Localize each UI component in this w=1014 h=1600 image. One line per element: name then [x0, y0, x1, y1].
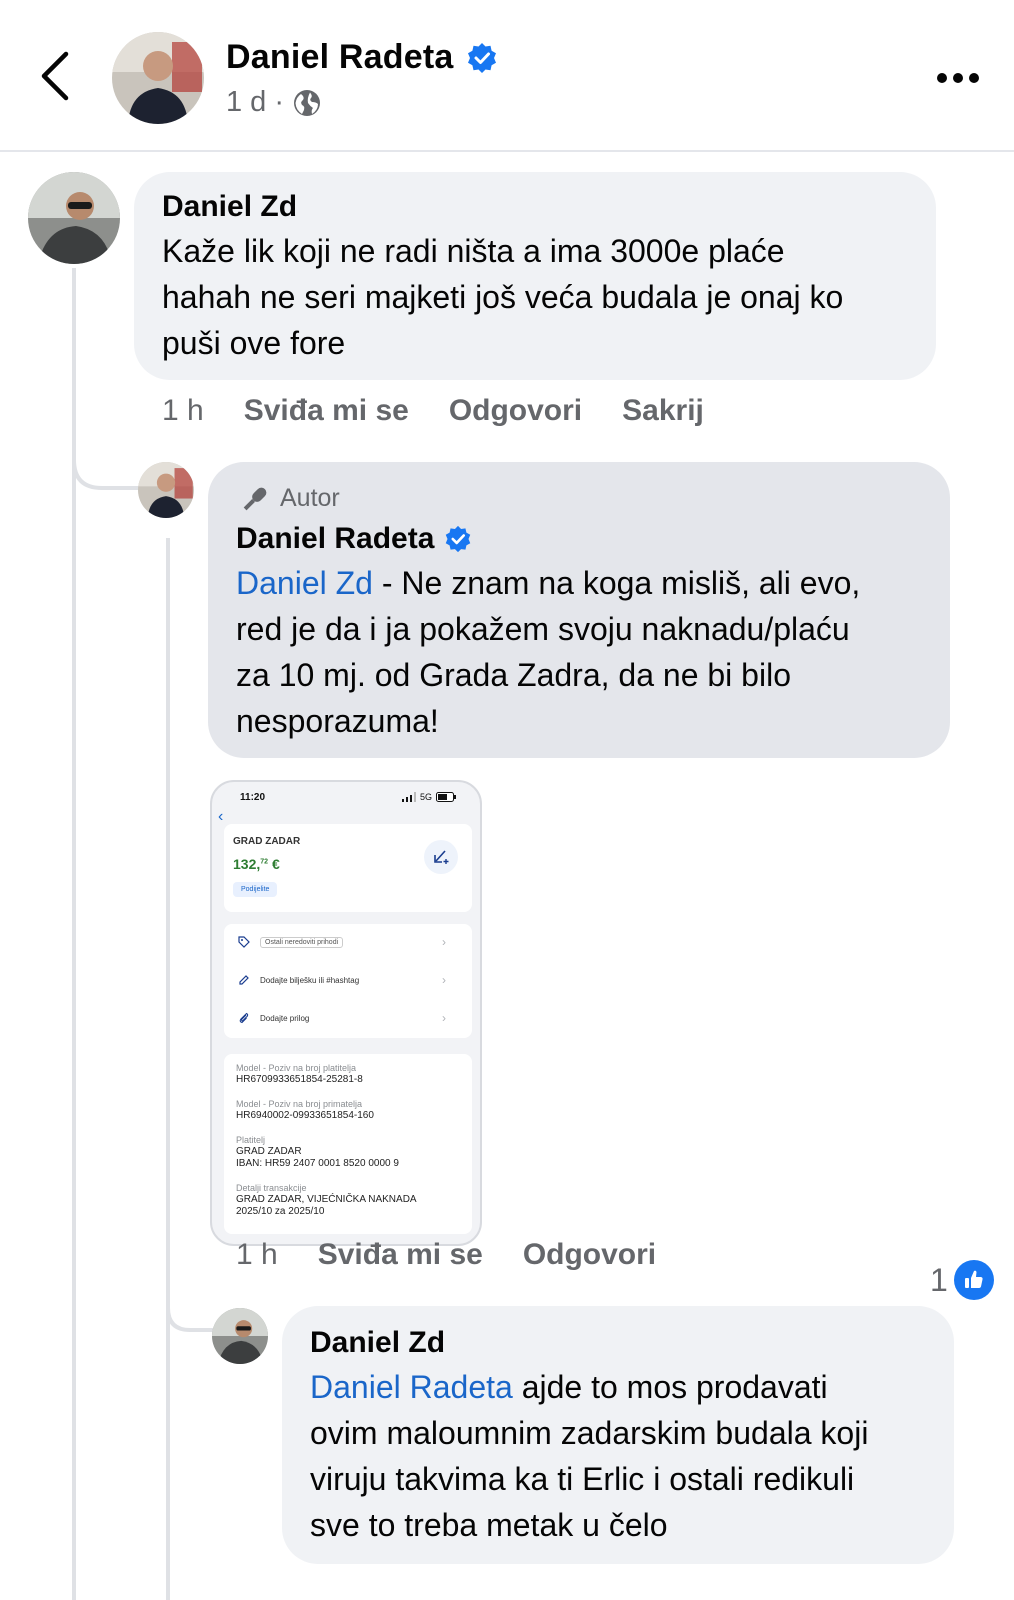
payer-name: GRAD ZADAR [236, 1146, 302, 1157]
payer-title: GRAD ZADAR [233, 836, 301, 847]
reply2-line-rest: ajde to mos prodavati [512, 1369, 828, 1405]
note-row[interactable]: Dodajte bilješku ili #hashtag › [238, 973, 458, 987]
network-label: 5G [420, 792, 433, 802]
amount: 132,72 € [233, 856, 280, 872]
recipient-ref: HR6940002-09933651854-160 [236, 1110, 374, 1121]
thread-connector [72, 440, 142, 490]
globe-icon [294, 89, 320, 116]
payer-ref-label: Model - Poziv na broj platitelja [236, 1063, 357, 1073]
amount-main: 132, [233, 856, 261, 872]
amount-cents: 72 [260, 858, 269, 866]
comment-actions: 1 h Sviđa mi se Odgovori Sakrij [162, 394, 704, 428]
verified-icon [468, 43, 496, 73]
comment-text: Kaže lik koji ne radi ništa a ima 3000e … [162, 228, 843, 366]
author-reply-avatar[interactable] [138, 462, 194, 518]
post-meta: 1 d · [226, 86, 322, 119]
hide-button[interactable]: Sakrij [622, 394, 704, 428]
like-count: 1 [930, 1261, 948, 1298]
author-tag-label: Autor [280, 484, 340, 512]
meta-separator: · [274, 86, 284, 118]
reply-time[interactable]: 1 h [236, 1238, 278, 1272]
reply-line-rest: - Ne znam na koga misliš, ali evo, [372, 565, 861, 601]
comment-author[interactable]: Daniel Zd [162, 190, 297, 224]
payer-label: Platitelj [236, 1135, 266, 1145]
payer-iban: IBAN: HR59 2407 0001 8520 0000 9 [236, 1158, 399, 1169]
reply-line: Daniel Zd - Ne znam na koga misliš, ali … [236, 560, 860, 606]
author-avatar[interactable] [112, 32, 204, 124]
reply-author-name[interactable]: Daniel Radeta [236, 522, 434, 556]
thread-line-nested [166, 538, 170, 1600]
like-button[interactable]: Sviđa mi se [244, 394, 409, 428]
reply2-author[interactable]: Daniel Zd [310, 1326, 445, 1360]
incoming-icon [424, 840, 458, 874]
like-reaction-icon [953, 1260, 994, 1300]
transaction-details: Model - Poziv na broj platitelja HR67099… [224, 1054, 472, 1234]
mention-link[interactable]: Daniel Radeta [310, 1369, 513, 1405]
reply-line: za 10 mj. od Grada Zadra, da ne bi bilo [236, 657, 791, 693]
transaction-options: Ostali neredoviti prihodi › Dodajte bilj… [224, 924, 472, 1038]
author-name[interactable]: Daniel Radeta [226, 38, 453, 77]
comment-line: hahah ne seri majketi još veća budala je… [162, 279, 844, 315]
comment-line: puši ove fore [162, 325, 346, 361]
reply2-line: viruju takvima ka ti Erlic i ostali redi… [310, 1461, 855, 1497]
post-time[interactable]: 1 d [226, 86, 266, 119]
comment-time[interactable]: 1 h [162, 394, 204, 428]
attached-screenshot[interactable]: 11:20 5G ‹ GRAD ZADAR 132,72 € Podijelit… [210, 780, 482, 1246]
post-header: Daniel Radeta 1 d · [0, 0, 1014, 152]
details-line: GRAD ZADAR, VIJEĆNIČKA NAKNADA [236, 1194, 417, 1205]
attach-row[interactable]: Dodajte prilog › [238, 1011, 458, 1025]
thread-connector-nested [166, 1290, 216, 1332]
reply-line: nesporazuma! [236, 703, 439, 739]
comment-line: Kaže lik koji ne radi ništa a ima 3000e … [162, 233, 785, 269]
more-icon[interactable] [934, 66, 982, 90]
reply2-line: sve to treba metak u čelo [310, 1507, 668, 1543]
like-button[interactable]: Sviđa mi se [318, 1238, 483, 1272]
share-button[interactable]: Podijelite [233, 882, 278, 897]
details-line: 2025/10 za 2025/10 [236, 1206, 325, 1217]
back-chevron-icon[interactable]: ‹ [218, 808, 223, 826]
chevron-right-icon: › [442, 935, 446, 949]
reply-button[interactable]: Odgovori [449, 394, 582, 428]
transaction-card: GRAD ZADAR 132,72 € Podijelite [224, 824, 472, 912]
payer-ref: HR6709933651854-25281-8 [236, 1074, 363, 1085]
author-tag: Autor [240, 484, 340, 513]
category-row[interactable]: Ostali neredoviti prihodi › [238, 935, 458, 949]
note-placeholder: Dodajte bilješku ili #hashtag [260, 975, 360, 985]
attach-label: Dodajte prilog [260, 1013, 310, 1023]
reply2-line: Daniel Radeta ajde to mos prodavati [310, 1364, 868, 1410]
status-time: 11:20 [240, 792, 266, 803]
reply-text: Daniel Zd - Ne znam na koga misliš, ali … [236, 560, 860, 744]
chevron-right-icon: › [442, 1011, 446, 1025]
recipient-ref-label: Model - Poziv na broj primatelja [236, 1099, 363, 1109]
details-label: Detalji transakcije [236, 1183, 307, 1193]
reply-button[interactable]: Odgovori [523, 1238, 656, 1272]
paperclip-icon [239, 1012, 249, 1024]
reply-actions: 1 h Sviđa mi se Odgovori [236, 1238, 656, 1272]
mention-link[interactable]: Daniel Zd [236, 565, 373, 601]
back-chevron-icon[interactable] [36, 50, 76, 102]
reply2-text: Daniel Radeta ajde to mos prodavati ovim… [310, 1364, 868, 1548]
verified-icon [446, 525, 471, 553]
battery-icon [436, 792, 457, 802]
chevron-right-icon: › [442, 973, 446, 987]
tag-icon [238, 936, 250, 948]
commenter-avatar-small[interactable] [212, 1308, 268, 1364]
currency: € [271, 856, 280, 872]
category-label: Ostali neredoviti prihodi [260, 936, 344, 948]
reply-author[interactable]: Daniel Radeta [236, 522, 472, 556]
signal-icon [402, 792, 416, 802]
reply2-line: ovim maloumnim zadarskim budala koji [310, 1415, 869, 1451]
microphone-icon [243, 487, 267, 510]
commenter-avatar[interactable] [28, 172, 120, 264]
reaction-count[interactable]: 1 [930, 1260, 994, 1300]
pencil-icon [239, 975, 249, 985]
reply-line: red je da i ja pokažem svoju naknadu/pla… [236, 611, 850, 647]
status-bar: 5G [402, 792, 457, 802]
